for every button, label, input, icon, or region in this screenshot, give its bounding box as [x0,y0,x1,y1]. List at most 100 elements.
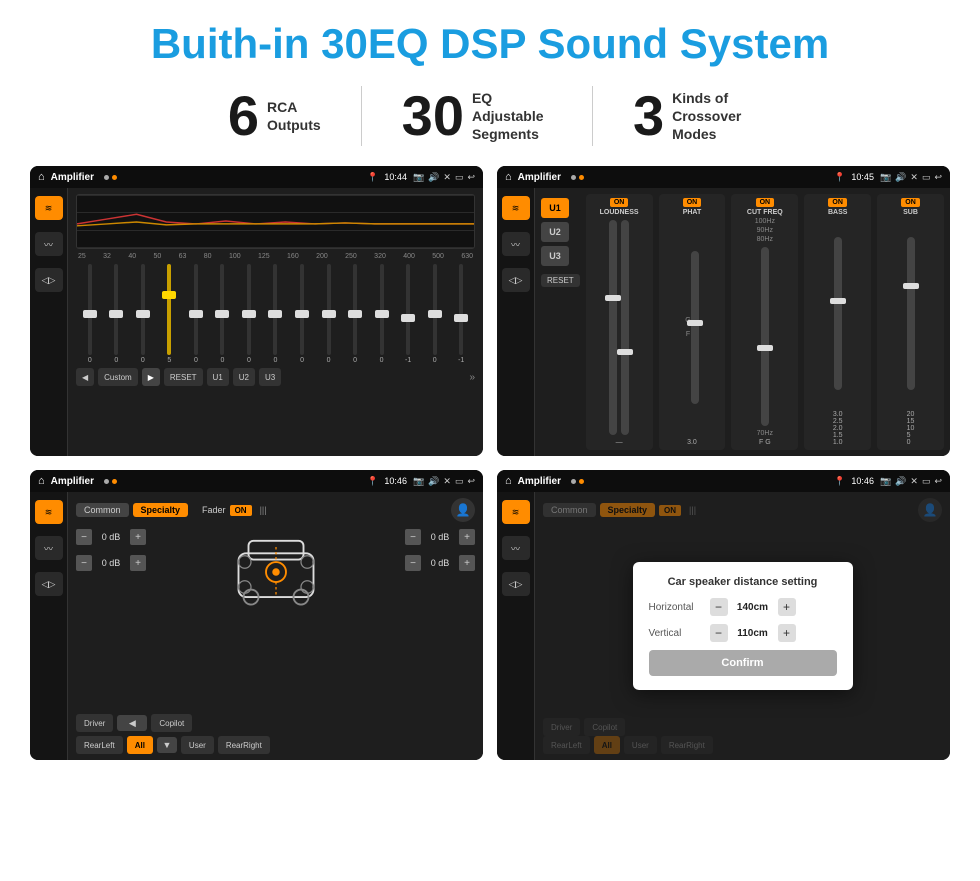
slider-track-630[interactable] [459,264,463,355]
eq-arrow-right[interactable]: » [469,372,475,383]
slider-thumb-160[interactable] [295,310,309,318]
slider-80[interactable]: 0 [211,264,235,364]
slider-63[interactable]: 0 [184,264,208,364]
sidebar-speaker-btn-4[interactable]: ◁▷ [502,572,530,596]
slider-thumb-25[interactable] [83,310,97,318]
sub-slider[interactable] [907,237,915,390]
horizontal-plus-btn[interactable]: + [778,598,796,616]
slider-thumb-125[interactable] [268,310,282,318]
slider-thumb-80[interactable] [215,310,229,318]
slider-50[interactable]: 5 [158,264,182,364]
sidebar-eq-btn-3[interactable]: ≋ [35,500,63,524]
u2-btn[interactable]: U2 [541,222,569,242]
eq-u1-btn[interactable]: U1 [207,368,229,386]
slider-thumb-250[interactable] [348,310,362,318]
slider-track-125[interactable] [273,264,277,355]
sidebar-eq-btn-4[interactable]: ≋ [502,500,530,524]
sidebar-speaker-btn-3[interactable]: ◁▷ [35,572,63,596]
confirm-button[interactable]: Confirm [649,650,837,676]
reset-btn-2[interactable]: RESET [541,274,580,287]
eq-u3-btn[interactable]: U3 [259,368,281,386]
on-cutfreq[interactable]: ON [756,198,775,207]
btn-rearright-3[interactable]: RearRight [218,736,270,754]
btn-user-3[interactable]: User [181,736,214,754]
sidebar-wave-btn-2[interactable]: 〰 [502,232,530,256]
slider-25[interactable]: 0 [78,264,102,364]
slider-track-400[interactable] [406,264,410,355]
db-minus-2[interactable]: − [76,555,92,571]
slider-160[interactable]: 0 [290,264,314,364]
arrow-down-3[interactable]: ▼ [157,737,177,753]
u3-btn[interactable]: U3 [541,246,569,266]
eq-u2-btn[interactable]: U2 [233,368,255,386]
db-plus-1[interactable]: + [130,529,146,545]
tab-common-3[interactable]: Common [76,503,129,517]
btn-driver-3[interactable]: Driver [76,714,113,732]
slider-thumb-630[interactable] [454,314,468,322]
eq-prev-btn[interactable]: ◀ [76,368,94,386]
slider-track-32[interactable] [114,264,118,355]
slider-200[interactable]: 0 [317,264,341,364]
cutfreq-slider[interactable] [761,247,769,426]
eq-play-btn[interactable]: ▶ [142,368,160,386]
eq-reset-btn[interactable]: RESET [164,368,203,386]
btn-all-3[interactable]: All [127,736,153,754]
db-minus-1[interactable]: − [76,529,92,545]
slider-400[interactable]: -1 [396,264,420,364]
bass-slider[interactable] [834,237,842,390]
slider-track-80[interactable] [220,264,224,355]
on-btn-3[interactable]: ON [230,505,252,516]
slider-track-25[interactable] [88,264,92,355]
slider-thumb-320[interactable] [375,310,389,318]
slider-track-50[interactable] [167,264,171,355]
slider-track-63[interactable] [194,264,198,355]
sidebar-wave-btn-3[interactable]: 〰 [35,536,63,560]
db-plus-2[interactable]: + [130,555,146,571]
btn-copilot-3[interactable]: Copilot [151,714,192,732]
slider-thumb-100[interactable] [242,310,256,318]
slider-thumb-63[interactable] [189,310,203,318]
slider-125[interactable]: 0 [264,264,288,364]
slider-500[interactable]: 0 [423,264,447,364]
slider-track-100[interactable] [247,264,251,355]
back-icon-1[interactable]: ↩ [467,172,475,183]
slider-thumb-32[interactable] [109,310,123,318]
vertical-minus-btn[interactable]: − [710,624,728,642]
slider-track-200[interactable] [327,264,331,355]
u1-btn[interactable]: U1 [541,198,569,218]
slider-thumb-500[interactable] [428,310,442,318]
slider-track-500[interactable] [433,264,437,355]
slider-40[interactable]: 0 [131,264,155,364]
slider-thumb-40[interactable] [136,310,150,318]
on-loudness[interactable]: ON [610,198,629,207]
home-icon-1[interactable]: ⌂ [38,171,45,183]
sidebar-wave-btn[interactable]: 〰 [35,232,63,256]
slider-track-40[interactable] [141,264,145,355]
back-icon-4[interactable]: ↩ [934,476,942,487]
btn-rearleft-3[interactable]: RearLeft [76,736,123,754]
slider-250[interactable]: 0 [343,264,367,364]
slider-track-320[interactable] [380,264,384,355]
home-icon-2[interactable]: ⌂ [505,171,512,183]
sidebar-wave-btn-4[interactable]: 〰 [502,536,530,560]
slider-thumb-400[interactable] [401,314,415,322]
db-minus-4[interactable]: − [405,555,421,571]
db-minus-3[interactable]: − [405,529,421,545]
eq-custom-btn[interactable]: Custom [98,368,138,386]
person-3[interactable]: 👤 [451,498,475,522]
horizontal-minus-btn[interactable]: − [710,598,728,616]
sidebar-eq-btn-2[interactable]: ≋ [502,196,530,220]
sidebar-speaker-btn-2[interactable]: ◁▷ [502,268,530,292]
back-icon-3[interactable]: ↩ [467,476,475,487]
slider-track-250[interactable] [353,264,357,355]
sidebar-speaker-btn[interactable]: ◁▷ [35,268,63,292]
sidebar-eq-btn[interactable]: ≋ [35,196,63,220]
on-sub[interactable]: ON [901,198,920,207]
slider-630[interactable]: -1 [449,264,473,364]
db-plus-4[interactable]: + [459,555,475,571]
slider-32[interactable]: 0 [105,264,129,364]
slider-thumb-200[interactable] [322,310,336,318]
tab-specialty-3[interactable]: Specialty [133,503,189,517]
vertical-plus-btn[interactable]: + [778,624,796,642]
home-icon-3[interactable]: ⌂ [38,475,45,487]
